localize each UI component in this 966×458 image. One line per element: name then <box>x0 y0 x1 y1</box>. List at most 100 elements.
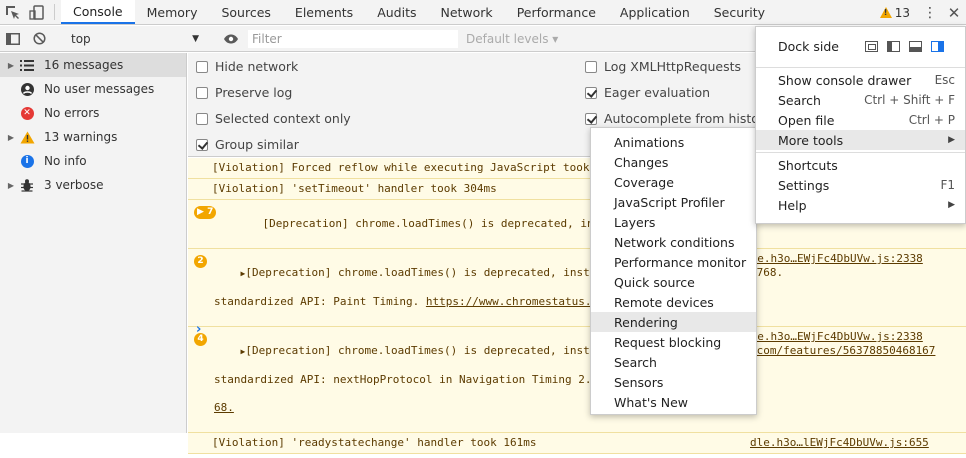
repeat-count-badge: 2 <box>194 253 207 268</box>
sidebar-item-errors[interactable]: ✕ No errors <box>0 101 186 125</box>
source-link[interactable]: dle.h3o…EWjFc4DbUVw.js:2338 <box>744 330 923 344</box>
tab-memory[interactable]: Memory <box>135 0 210 24</box>
tab-performance[interactable]: Performance <box>505 0 608 24</box>
menu-item-animations[interactable]: Animations <box>591 132 756 152</box>
console-sidebar: ▶ 16 messages No user messages ✕ No erro… <box>0 53 187 433</box>
menu-item-quick-source[interactable]: Quick source <box>591 272 756 292</box>
sidebar-item-user-messages[interactable]: No user messages <box>0 77 186 101</box>
menu-item-javascript-profiler[interactable]: JavaScript Profiler <box>591 192 756 212</box>
sidebar-item-label: No user messages <box>44 82 155 96</box>
console-message[interactable]: 2 ▶[Deprecation] chrome.loadTimes() is de… <box>188 249 966 327</box>
menu-item-settings[interactable]: Settings F1 <box>756 175 965 195</box>
tab-security[interactable]: Security <box>702 0 777 24</box>
menu-item-search[interactable]: Search Ctrl + Shift + F <box>756 90 965 110</box>
tab-elements[interactable]: Elements <box>283 0 365 24</box>
tab-audits[interactable]: Audits <box>365 0 428 24</box>
tab-divider <box>54 4 55 20</box>
dock-side-options <box>864 40 944 52</box>
info-icon: i <box>18 154 36 168</box>
dock-side-label: Dock side <box>778 38 839 54</box>
menu-item-help[interactable]: Help ▶ <box>756 195 965 215</box>
tab-network[interactable]: Network <box>428 0 504 24</box>
group-similar-checkbox[interactable]: Group similar <box>196 137 299 152</box>
tab-application[interactable]: Application <box>608 0 702 24</box>
source-link[interactable]: dle.h3o…EWjFc4DbUVw.js:2338 <box>744 252 923 266</box>
sidebar-toggle-icon[interactable] <box>0 26 26 52</box>
sidebar-item-label: 13 warnings <box>44 130 118 144</box>
menu-item-search[interactable]: Search <box>591 352 756 372</box>
menu-item-coverage[interactable]: Coverage <box>591 172 756 192</box>
levels-label: Default levels <box>466 31 549 46</box>
dropdown-arrow-icon: ▼ <box>192 33 199 44</box>
device-toolbar-icon[interactable] <box>24 0 48 24</box>
warning-icon <box>18 130 36 144</box>
menu-item-request-blocking[interactable]: Request blocking <box>591 332 756 352</box>
menu-item-rendering[interactable]: Rendering <box>591 312 756 332</box>
hide-network-checkbox[interactable]: Hide network <box>196 59 298 74</box>
sidebar-item-messages[interactable]: ▶ 16 messages <box>0 53 186 77</box>
expand-caret-icon[interactable]: ▶ <box>4 181 18 190</box>
menu-item-sensors[interactable]: Sensors <box>591 372 756 392</box>
clear-console-icon[interactable] <box>26 26 52 52</box>
selected-context-checkbox[interactable]: Selected context only <box>196 111 351 126</box>
sidebar-item-info[interactable]: i No info <box>0 149 186 173</box>
dock-right-icon[interactable] <box>930 40 944 52</box>
list-icon <box>18 58 36 72</box>
eager-evaluation-checkbox[interactable]: Eager evaluation <box>585 85 710 100</box>
warning-count: 13 <box>894 5 910 20</box>
console-message[interactable]: [Violation] 'readystatechange' handler t… <box>188 433 966 454</box>
menu-item-network-conditions[interactable]: Network conditions <box>591 232 756 252</box>
undock-icon[interactable] <box>864 40 878 52</box>
submenu-arrow-icon: ▶ <box>948 200 955 210</box>
dock-side-row: Dock side <box>756 27 965 65</box>
devtools-tabbar: Console Memory Sources Elements Audits N… <box>0 0 966 25</box>
close-icon[interactable]: ✕ <box>942 4 966 22</box>
tab-sources[interactable]: Sources <box>209 0 282 24</box>
menu-separator <box>756 152 965 153</box>
doc-link[interactable]: .com/features/56378850468167 <box>750 344 935 358</box>
expand-caret-icon[interactable]: ▶ <box>4 133 18 142</box>
warning-icon <box>879 7 892 18</box>
user-icon <box>18 82 36 96</box>
submenu-arrow-icon: ▶ <box>948 135 955 145</box>
menu-separator <box>756 67 965 68</box>
dock-left-icon[interactable] <box>886 40 900 52</box>
menu-item-whats-new[interactable]: What's New <box>591 392 756 412</box>
console-prompt-icon[interactable]: › <box>196 322 201 337</box>
menu-item-shortcuts[interactable]: Shortcuts <box>756 155 965 175</box>
dock-bottom-icon[interactable] <box>908 40 922 52</box>
menu-item-more-tools[interactable]: More tools ▶ <box>756 130 965 150</box>
kebab-menu-icon[interactable]: ⋮ <box>918 5 942 21</box>
menu-item-open-file[interactable]: Open file Ctrl + P <box>756 110 965 130</box>
sidebar-item-label: 3 verbose <box>44 178 104 192</box>
filter-input[interactable] <box>248 29 458 48</box>
eye-icon[interactable] <box>218 26 244 52</box>
log-xhr-checkbox[interactable]: Log XMLHttpRequests <box>585 59 741 74</box>
sidebar-item-verbose[interactable]: ▶ 3 verbose <box>0 173 186 197</box>
more-tools-submenu: Animations Changes Coverage JavaScript P… <box>590 127 757 415</box>
doc-link[interactable]: https://www.chromestatus. <box>426 295 592 308</box>
sidebar-item-label: No info <box>44 154 87 168</box>
doc-link-tail[interactable]: 68. <box>214 401 234 414</box>
console-message[interactable]: 4 ▶[Deprecation] chrome.loadTimes() is de… <box>188 327 966 433</box>
sidebar-item-label: 16 messages <box>44 58 124 72</box>
menu-item-changes[interactable]: Changes <box>591 152 756 172</box>
menu-item-remote-devices[interactable]: Remote devices <box>591 292 756 312</box>
menu-item-layers[interactable]: Layers <box>591 212 756 232</box>
sidebar-item-warnings[interactable]: ▶ 13 warnings <box>0 125 186 149</box>
preserve-log-checkbox[interactable]: Preserve log <box>196 85 292 100</box>
log-levels-dropdown[interactable]: Default levels ▾ <box>466 32 558 46</box>
sidebar-item-label: No errors <box>44 106 100 120</box>
context-selector[interactable]: top ▼ <box>65 29 205 49</box>
menu-item-show-console-drawer[interactable]: Show console drawer Esc <box>756 70 965 90</box>
tabbar-right: 13 ⋮ ✕ <box>872 0 966 25</box>
source-link[interactable]: dle.h3o…lEWjFc4DbUVw.js:655 <box>750 436 929 450</box>
expand-caret-icon[interactable]: ▶ <box>4 61 18 70</box>
tab-console[interactable]: Console <box>61 0 135 24</box>
inspect-element-icon[interactable] <box>0 0 24 24</box>
context-value: top <box>71 31 91 46</box>
customize-devtools-menu: Dock side Show console drawer Esc Search C… <box>755 26 966 224</box>
warning-counter[interactable]: 13 <box>872 6 918 20</box>
autocomplete-history-checkbox[interactable]: Autocomplete from history <box>585 111 771 126</box>
menu-item-performance-monitor[interactable]: Performance monitor <box>591 252 756 272</box>
